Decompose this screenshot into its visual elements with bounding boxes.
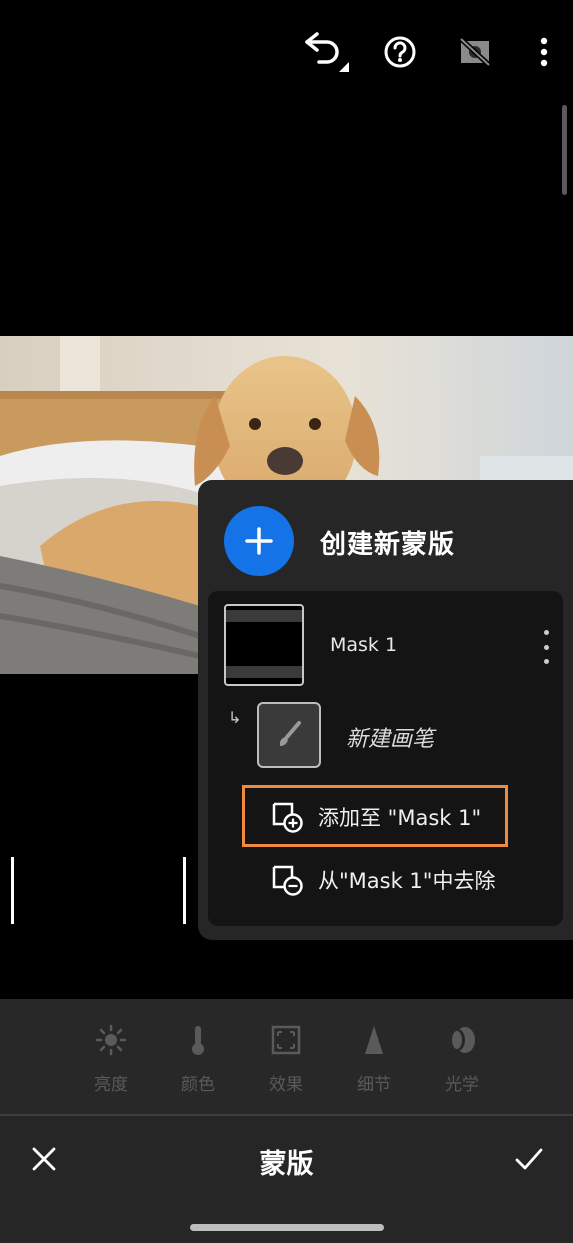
help-icon bbox=[384, 36, 416, 68]
tool-optics[interactable]: 光学 bbox=[427, 1022, 497, 1095]
mask-thumbnail[interactable] bbox=[224, 604, 304, 686]
tool-effects-label: 效果 bbox=[269, 1075, 303, 1095]
tool-light-label: 亮度 bbox=[94, 1075, 128, 1095]
confirm-button[interactable] bbox=[513, 1145, 545, 1177]
mask-name[interactable]: Mask 1 bbox=[330, 634, 397, 656]
add-to-mask-label: 添加至 "Mask 1" bbox=[318, 806, 482, 830]
help-button[interactable] bbox=[378, 30, 422, 74]
sub-item-arrow-icon: ↳ bbox=[228, 708, 242, 727]
check-icon bbox=[515, 1148, 543, 1170]
create-new-mask-button[interactable] bbox=[224, 506, 294, 576]
add-to-mask-button[interactable]: 添加至 "Mask 1" bbox=[270, 800, 481, 834]
toggle-overlay-button[interactable] bbox=[455, 30, 495, 74]
tool-detail-label: 细节 bbox=[357, 1075, 391, 1095]
tool-effects[interactable]: 效果 bbox=[251, 1022, 321, 1095]
hide-overlay-icon bbox=[459, 37, 491, 67]
subtract-from-mask-button[interactable]: 从"Mask 1"中去除 bbox=[270, 863, 495, 897]
create-new-mask-label[interactable]: 创建新蒙版 bbox=[320, 524, 455, 561]
home-indicator[interactable] bbox=[190, 1224, 384, 1231]
add-to-mask-icon bbox=[272, 802, 303, 833]
lens-icon bbox=[451, 1027, 475, 1053]
tool-optics-label: 光学 bbox=[445, 1075, 479, 1095]
undo-button[interactable] bbox=[298, 30, 356, 74]
left-handle[interactable] bbox=[11, 857, 14, 924]
tool-detail[interactable]: 细节 bbox=[339, 1022, 409, 1095]
tool-color[interactable]: 颜色 bbox=[163, 1022, 233, 1095]
page-title: 蒙版 bbox=[259, 1149, 314, 1180]
more-button[interactable] bbox=[532, 30, 556, 74]
tool-light[interactable]: 亮度 bbox=[76, 1022, 146, 1095]
sun-icon bbox=[95, 1024, 127, 1056]
more-vertical-icon bbox=[540, 37, 548, 67]
right-handle[interactable] bbox=[183, 857, 186, 924]
brush-component-label[interactable]: 新建画笔 bbox=[346, 721, 434, 753]
brush-icon bbox=[279, 721, 301, 746]
plus-icon bbox=[245, 527, 273, 555]
thermometer-icon bbox=[192, 1026, 204, 1055]
triangle-icon bbox=[365, 1026, 383, 1054]
subtract-from-mask-label: 从"Mask 1"中去除 bbox=[318, 869, 496, 893]
subtract-from-mask-icon bbox=[272, 865, 303, 896]
undo-icon bbox=[305, 32, 349, 72]
scrollbar[interactable] bbox=[562, 105, 567, 195]
effects-frame-icon bbox=[271, 1025, 301, 1055]
mask-options-icon[interactable] bbox=[538, 630, 554, 664]
brush-component-thumbnail[interactable] bbox=[257, 702, 321, 768]
tool-color-label: 颜色 bbox=[181, 1075, 215, 1095]
